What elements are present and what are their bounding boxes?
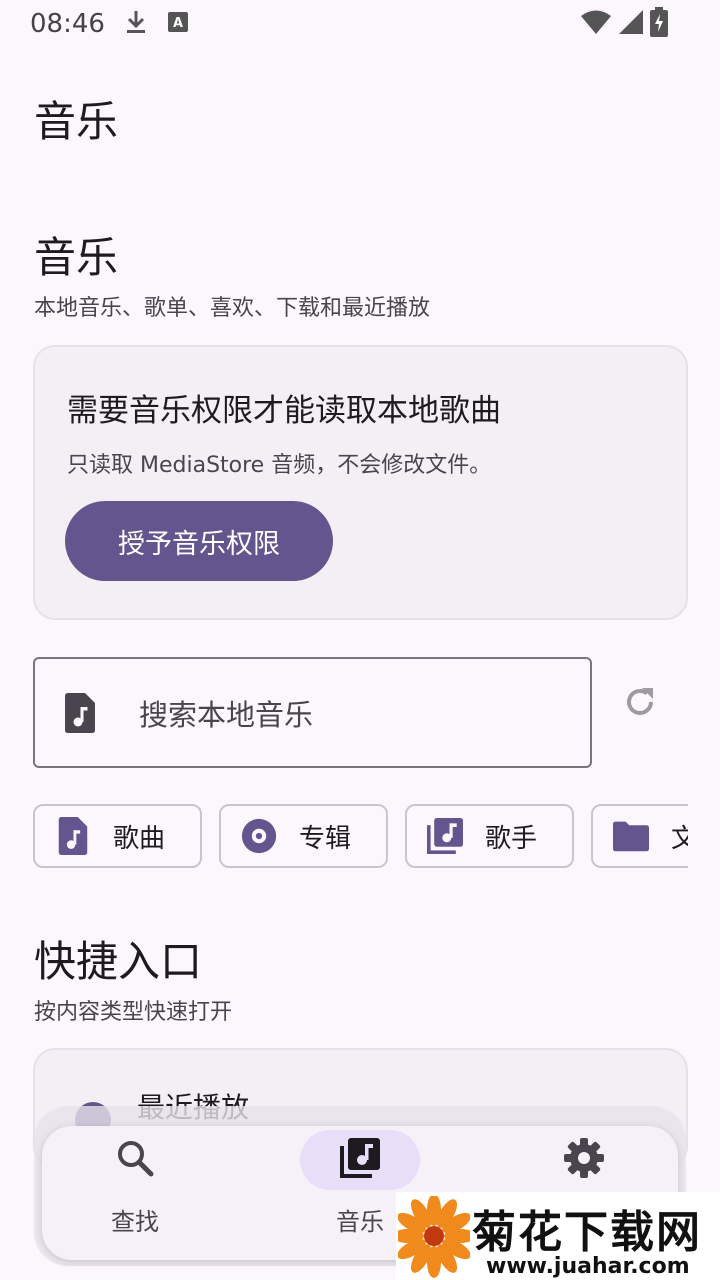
chip-folders[interactable]: 文 — [591, 804, 688, 868]
svg-text:A: A — [173, 16, 183, 31]
battery-charging-icon — [650, 7, 668, 41]
chip-label: 歌曲 — [113, 823, 166, 854]
watermark: 菊花下载网 www.juahar.com — [396, 1192, 720, 1280]
music-file-icon — [55, 816, 91, 856]
wifi-icon — [580, 9, 612, 39]
section-title-music: 音乐 — [34, 233, 119, 282]
download-icon — [125, 9, 147, 39]
nav-indicator — [75, 1130, 195, 1190]
permission-description: 只读取 MediaStore 音频，不会修改文件。 — [67, 453, 492, 478]
search-input[interactable]: 搜索本地音乐 — [33, 657, 592, 768]
watermark-text: 菊花下载网 — [472, 1207, 702, 1258]
section-subtitle-music: 本地音乐、歌单、喜欢、下载和最近播放 — [34, 296, 431, 321]
chip-label: 文 — [671, 823, 688, 854]
chip-label: 歌手 — [485, 823, 538, 854]
status-time: 08:46 — [30, 9, 105, 39]
refresh-icon — [622, 684, 658, 724]
signal-icon — [618, 9, 644, 39]
section-title-quick: 快捷入口 — [34, 937, 203, 986]
chip-albums[interactable]: 专辑 — [219, 804, 388, 868]
permission-card: 需要音乐权限才能读取本地歌曲 只读取 MediaStore 音频，不会修改文件。… — [33, 345, 688, 620]
search-icon — [116, 1139, 154, 1181]
grant-permission-button[interactable]: 授予音乐权限 — [65, 501, 333, 581]
section-subtitle-quick: 按内容类型快速打开 — [34, 1000, 233, 1025]
search-placeholder: 搜索本地音乐 — [139, 697, 314, 732]
nav-indicator — [524, 1130, 644, 1190]
watermark-url: www.juahar.com — [486, 1254, 690, 1279]
flower-logo-icon — [396, 1194, 476, 1280]
nav-indicator-active — [300, 1130, 420, 1190]
a-notification-icon: A — [167, 11, 189, 37]
chip-label: 专辑 — [299, 823, 352, 854]
library-music-icon — [340, 1138, 380, 1182]
library-music-icon — [427, 816, 463, 856]
music-file-icon — [65, 692, 95, 733]
permission-title: 需要音乐权限才能读取本地歌曲 — [67, 393, 501, 429]
chip-songs[interactable]: 歌曲 — [33, 804, 202, 868]
category-chips: 歌曲 专辑 歌手 文 — [33, 804, 688, 868]
album-icon — [241, 816, 277, 856]
nav-label: 查找 — [111, 1208, 159, 1236]
folder-icon — [613, 816, 649, 856]
page-title: 音乐 — [34, 97, 119, 146]
status-bar: 08:46 A — [0, 0, 720, 48]
gear-icon — [564, 1138, 604, 1182]
refresh-button[interactable] — [616, 680, 664, 728]
nav-item-search[interactable]: 查找 — [60, 1126, 210, 1260]
chip-artists[interactable]: 歌手 — [405, 804, 574, 868]
